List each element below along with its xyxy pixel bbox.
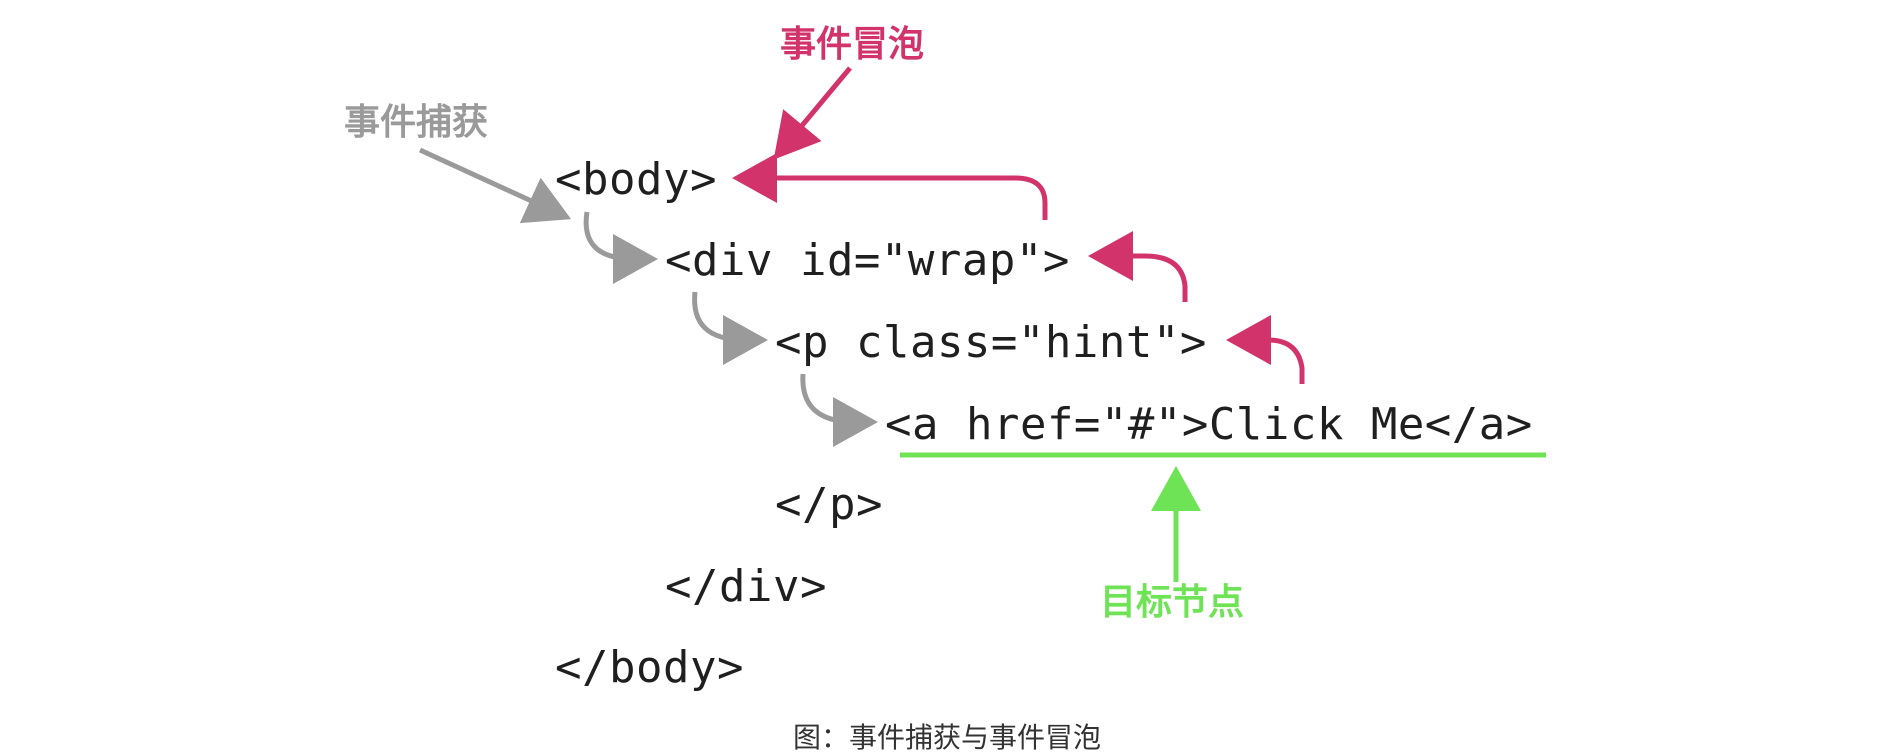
code-line-anchor: <a href="#">Click Me</a>	[885, 399, 1533, 450]
code-line-div-close: </div>	[665, 561, 827, 612]
code-line-body-open: <body>	[555, 154, 717, 205]
capture-arrow-p-a	[800, 373, 878, 447]
figure-caption: 图：事件捕获与事件冒泡	[793, 721, 1102, 754]
capture-arrow-body-div	[583, 211, 658, 284]
code-line-p-close: </p>	[775, 479, 883, 530]
code-line-div-open: <div id="wrap">	[665, 235, 1070, 286]
arrows-layer	[418, 66, 1546, 582]
code-line-p-open: <p class="hint">	[775, 317, 1207, 368]
bubble-label-arrow	[773, 66, 852, 160]
bubble-label: 事件冒泡	[780, 24, 925, 65]
capture-arrow-div-p	[692, 291, 768, 365]
code-line-body-close: </body>	[555, 642, 744, 693]
bubble-arrow-p-div	[1088, 231, 1188, 302]
bubble-arrow-a-p	[1226, 315, 1305, 384]
capture-label: 事件捕获	[344, 102, 489, 143]
event-flow-diagram: 事件冒泡 事件捕获 目标节点 <body> <div id="wrap"> <p…	[0, 0, 1904, 754]
target-label: 目标节点	[1100, 582, 1245, 623]
capture-label-arrow	[418, 147, 572, 224]
bubble-arrow-div-body	[732, 153, 1048, 220]
